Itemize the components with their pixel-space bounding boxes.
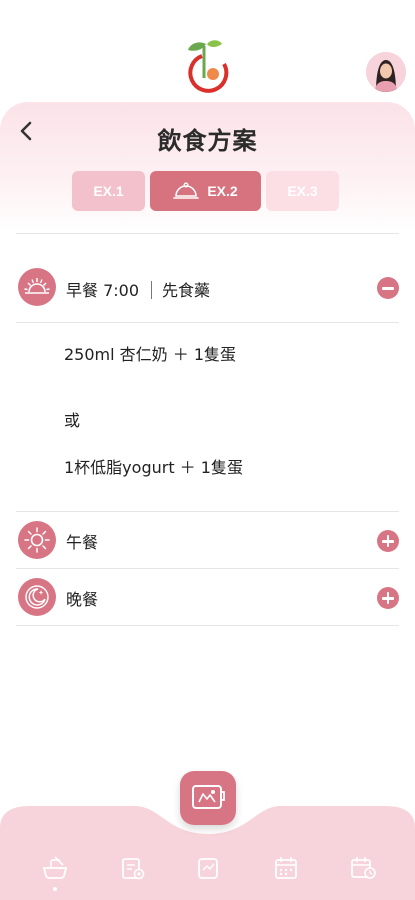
meal-label: 午餐 — [66, 533, 99, 552]
tab-label: EX.2 — [207, 183, 238, 199]
meal-time-label: 早餐 7:00 — [66, 281, 140, 300]
moon-icon — [18, 578, 56, 616]
nav-report[interactable] — [192, 852, 224, 884]
meal-label: 早餐 7:00 先食藥 — [66, 277, 210, 301]
meal-row-breakfast[interactable]: 早餐 7:00 先食藥 — [16, 259, 399, 323]
breakfast-content: 250ml 杏仁奶 ＋ 1隻蛋 或 1杯低脂yogurt ＋ 1隻蛋 — [16, 323, 399, 512]
nav-calendar[interactable] — [270, 852, 302, 884]
expand-button[interactable] — [377, 587, 399, 609]
sun-icon — [18, 521, 56, 559]
meal-row-dinner[interactable]: 晚餐 — [16, 570, 399, 626]
nav-record[interactable] — [117, 852, 149, 884]
nav-schedule[interactable] — [347, 852, 379, 884]
top-bar — [0, 0, 415, 105]
schedule-icon — [351, 857, 376, 879]
calendar-icon — [275, 857, 297, 879]
collapse-button[interactable] — [377, 277, 399, 299]
tab-label: EX.3 — [287, 183, 318, 199]
option-text: 1杯低脂yogurt ＋ 1隻蛋 — [64, 458, 243, 477]
page-title: 飲食方案 — [157, 127, 258, 155]
user-avatar[interactable] — [366, 52, 406, 92]
separator — [151, 281, 153, 299]
tab-ex3[interactable]: EX.3 — [266, 171, 339, 211]
expand-button[interactable] — [377, 530, 399, 552]
cloche-icon — [173, 182, 200, 199]
record-icon — [122, 858, 145, 880]
meal-note: 先食藥 — [162, 281, 211, 300]
option-text: 250ml 杏仁奶 ＋ 1隻蛋 — [64, 345, 237, 364]
divider — [16, 233, 399, 234]
center-action-button[interactable] — [180, 771, 236, 825]
meal-plan-icon — [42, 856, 68, 879]
tab-ex1[interactable]: EX.1 — [72, 171, 145, 211]
nav-meal-plan[interactable] — [39, 852, 71, 884]
meal-row-lunch[interactable]: 午餐 — [16, 513, 399, 569]
app-logo — [188, 40, 229, 93]
active-indicator — [53, 887, 57, 891]
tab-ex2[interactable]: EX.2 — [150, 171, 261, 211]
sunrise-icon — [18, 268, 56, 306]
meal-label: 晚餐 — [66, 590, 99, 609]
report-icon — [198, 858, 218, 879]
tab-label: EX.1 — [93, 183, 124, 199]
tv-icon — [192, 785, 225, 809]
option-separator: 或 — [64, 411, 81, 430]
plan-tabs: EX.1 EX.2 EX.3 — [0, 171, 415, 211]
minus-icon — [382, 287, 394, 290]
